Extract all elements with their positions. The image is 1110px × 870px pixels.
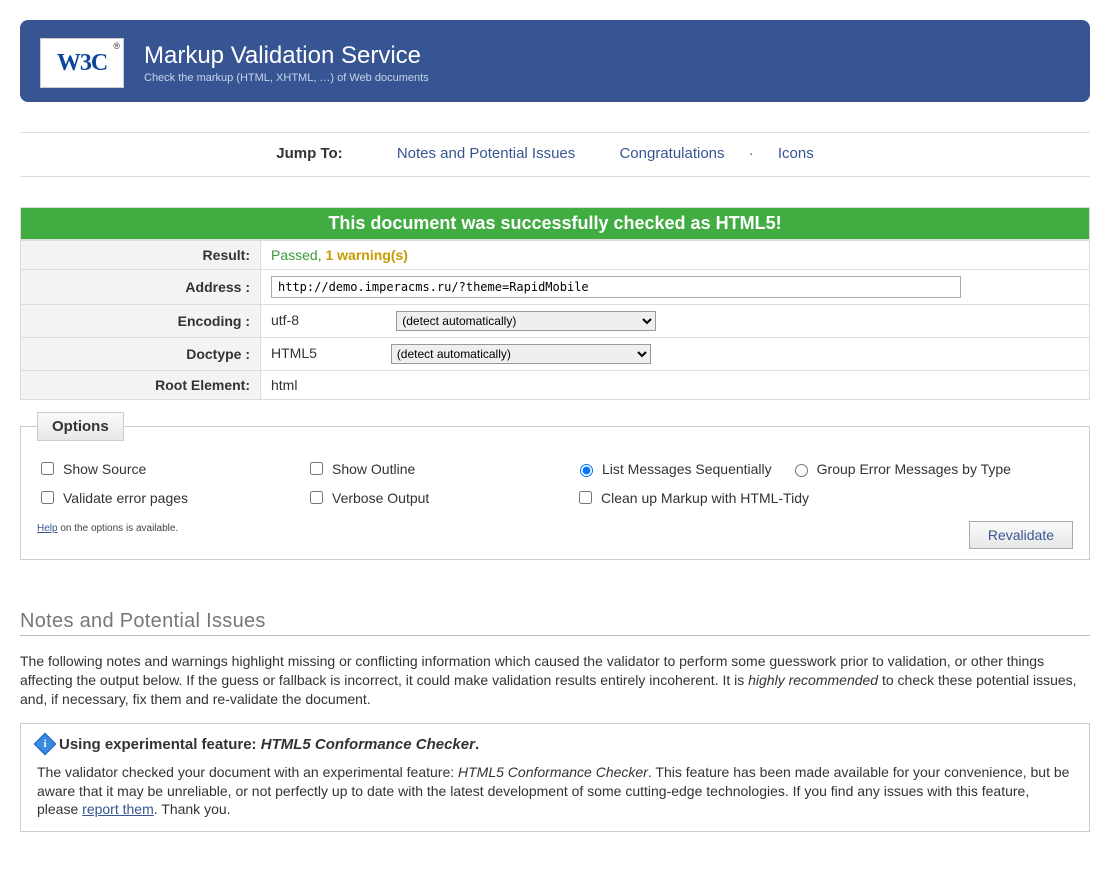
link-congratulations[interactable]: Congratulations [619, 145, 724, 162]
notes-box-heading: Using experimental feature: HTML5 Confor… [37, 736, 1073, 753]
page-title: Markup Validation Service [144, 42, 429, 70]
doctype-value: HTML5 [271, 345, 317, 361]
results-table: Result: Passed, 1 warning(s) Address : E… [20, 240, 1090, 400]
encoding-label: Encoding : [21, 305, 261, 338]
banner-text: Markup Validation Service Check the mark… [144, 42, 429, 84]
notes-heading: Notes and Potential Issues [20, 610, 1090, 636]
page-subtitle: Check the markup (HTML, XHTML, …) of Web… [144, 72, 429, 84]
tidy-label[interactable]: Clean up Markup with HTML-Tidy [575, 488, 1073, 507]
show-source-label[interactable]: Show Source [37, 459, 286, 478]
root-label: Root Element: [21, 371, 261, 400]
address-cell [261, 270, 1090, 305]
tidy-checkbox[interactable] [579, 491, 592, 504]
validate-error-checkbox[interactable] [41, 491, 54, 504]
result-cell: Passed, 1 warning(s) [261, 241, 1090, 270]
options-help-link[interactable]: Help [37, 523, 58, 534]
w3c-logo[interactable]: W3C ® [40, 38, 124, 88]
show-source-checkbox[interactable] [41, 462, 54, 475]
doctype-select[interactable]: (detect automatically) [391, 344, 651, 364]
success-banner: This document was successfully checked a… [20, 207, 1090, 240]
options-legend: Options [37, 412, 124, 441]
options-fieldset: Options Show Source Show Outline List Me… [20, 412, 1090, 560]
divider [20, 176, 1090, 177]
banner: W3C ® Markup Validation Service Check th… [20, 20, 1090, 102]
encoding-value: utf-8 [271, 312, 299, 328]
root-value: html [261, 371, 1090, 400]
address-input[interactable] [271, 276, 961, 298]
w3c-logo-text: W3C [57, 50, 107, 77]
doctype-label: Doctype : [21, 338, 261, 371]
group-type-label[interactable]: Group Error Messages by Type [790, 459, 1011, 478]
jump-bar: Jump To: Notes and Potential Issues Cong… [20, 139, 1090, 170]
dot-divider: · [749, 145, 754, 162]
jump-label: Jump To: [276, 145, 342, 162]
link-icons[interactable]: Icons [778, 145, 814, 162]
verbose-label[interactable]: Verbose Output [306, 488, 555, 507]
show-outline-checkbox[interactable] [310, 462, 323, 475]
list-seq-radio[interactable] [580, 464, 593, 477]
notes-box-body: The validator checked your document with… [37, 763, 1073, 820]
encoding-select[interactable]: (detect automatically) [396, 311, 656, 331]
notes-box: Using experimental feature: HTML5 Confor… [20, 723, 1090, 833]
link-notes-issues[interactable]: Notes and Potential Issues [397, 145, 575, 162]
validate-error-label[interactable]: Validate error pages [37, 488, 286, 507]
result-label: Result: [21, 241, 261, 270]
divider [20, 132, 1090, 133]
message-order-radios: List Messages Sequentially Group Error M… [575, 459, 1073, 478]
options-help: Help on the options is available. [37, 523, 178, 534]
result-passed: Passed, [271, 247, 325, 263]
notes-intro: The following notes and warnings highlig… [20, 652, 1090, 709]
doctype-cell: HTML5 (detect automatically) [261, 338, 1090, 371]
list-seq-label[interactable]: List Messages Sequentially [575, 459, 772, 478]
result-warning: 1 warning(s) [325, 247, 407, 263]
report-issues-link[interactable]: report them [82, 801, 154, 817]
info-icon [34, 733, 57, 756]
group-type-radio[interactable] [795, 464, 808, 477]
revalidate-button[interactable]: Revalidate [969, 521, 1073, 549]
address-label: Address : [21, 270, 261, 305]
encoding-cell: utf-8 (detect automatically) [261, 305, 1090, 338]
registered-icon: ® [113, 41, 120, 51]
verbose-checkbox[interactable] [310, 491, 323, 504]
show-outline-label[interactable]: Show Outline [306, 459, 555, 478]
